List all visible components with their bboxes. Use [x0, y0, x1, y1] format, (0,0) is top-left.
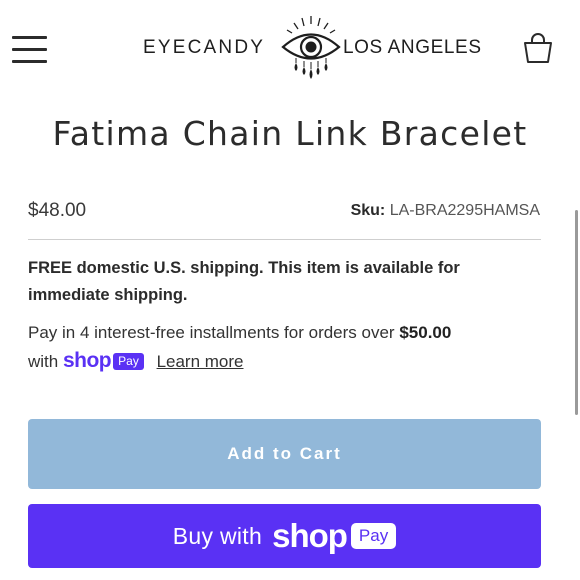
eye-logo-icon — [281, 16, 341, 79]
installments-threshold: $50.00 — [399, 323, 452, 342]
logo-text-left: EYECANDY — [143, 37, 266, 58]
shop-pay-installments: Pay in 4 interest-free installments for … — [28, 319, 548, 376]
pay-badge: Pay — [350, 523, 397, 549]
logo-text-right: LOS ANGELES — [343, 37, 482, 58]
sku-label: Sku: — [350, 202, 386, 219]
product-sku: Sku: LA-BRA2295HAMSA — [351, 202, 540, 220]
shopping-bag-icon[interactable] — [522, 32, 556, 66]
hamburger-menu-icon[interactable] — [12, 36, 48, 64]
shipping-note: FREE domestic U.S. shipping. This item i… — [28, 259, 460, 304]
installments-text: Pay in 4 interest-free installments for … — [28, 323, 395, 342]
eyecandy-logo[interactable]: EYECANDY LOS ANGELES — [140, 10, 485, 82]
scrollbar[interactable] — [575, 210, 578, 415]
shop-logo-text: shop — [272, 517, 348, 554]
add-to-cart-button[interactable]: Add to Cart — [28, 419, 541, 489]
site-header: EYECANDY LOS ANGELES — [0, 0, 580, 96]
sku-value: LA-BRA2295HAMSA — [389, 202, 540, 219]
product-price: $48.00 — [28, 200, 87, 221]
learn-more-link[interactable]: Learn more — [157, 352, 244, 371]
shop-pay-logo-text: shop — [62, 349, 112, 372]
buy-with-shop-pay-button[interactable]: Buy with shop Pay — [28, 504, 541, 568]
installments-with: with — [28, 352, 59, 371]
divider — [28, 239, 541, 240]
buy-with-label: Buy with — [172, 522, 263, 549]
shop-pay-badge: Pay — [113, 353, 144, 370]
product-title: Fatima Chain Link Bracelet — [52, 114, 528, 153]
